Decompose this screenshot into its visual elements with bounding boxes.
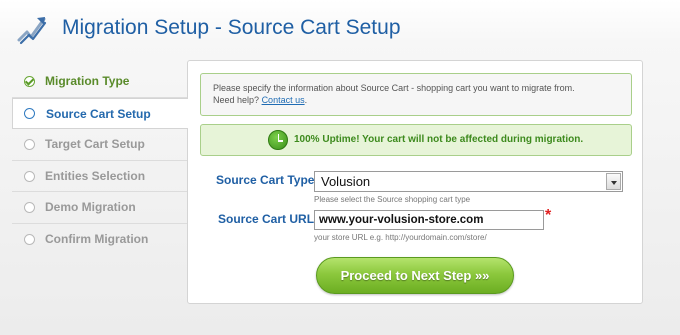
clock-icon [268, 130, 288, 150]
cart-url-label: Source Cart URL: [218, 212, 319, 226]
uptime-banner: 100% Uptime! Your cart will not be affec… [200, 124, 632, 156]
info-box: Please specify the information about Sou… [200, 73, 632, 116]
radio-circle-icon [24, 170, 35, 182]
step-label: Source Cart Setup [46, 106, 151, 121]
logo-icon [17, 17, 47, 45]
cart-type-select[interactable]: Volusion [314, 171, 623, 192]
cart-url-hint: your store URL e.g. http://yourdomain.co… [314, 233, 487, 242]
steps-sidebar: Migration Type Source Cart Setup Target … [12, 66, 188, 256]
header: Migration Setup - Source Cart Setup [0, 0, 680, 58]
step-demo-migration: Demo Migration [12, 192, 187, 224]
step-label: Migration Type [45, 74, 130, 88]
radio-circle-icon [24, 107, 35, 119]
cart-type-label: Source Cart Type: [216, 173, 319, 187]
step-confirm-migration: Confirm Migration [12, 224, 187, 256]
required-asterisk: * [545, 207, 552, 224]
step-label: Demo Migration [45, 200, 136, 214]
radio-circle-icon [24, 202, 35, 213]
radio-circle-icon [24, 233, 35, 245]
step-label: Entities Selection [45, 168, 146, 183]
step-label: Confirm Migration [45, 231, 149, 246]
cart-url-input[interactable] [314, 210, 544, 230]
uptime-text: 100% Uptime! Your cart will not be affec… [294, 134, 584, 145]
step-source-cart-setup[interactable]: Source Cart Setup [12, 97, 188, 129]
main-panel: Please specify the information about Sou… [187, 60, 643, 304]
step-target-cart-setup: Target Cart Setup [12, 129, 187, 161]
help-prefix: Need help? [213, 95, 260, 105]
cart-type-hint: Please select the Source shopping cart t… [314, 195, 471, 204]
contact-us-link[interactable]: Contact us [262, 95, 305, 105]
chevron-down-icon[interactable] [606, 173, 621, 190]
help-suffix: . [304, 95, 308, 105]
step-migration-type[interactable]: Migration Type [12, 66, 187, 98]
radio-circle-icon [24, 139, 35, 150]
step-entities-selection: Entities Selection [12, 161, 187, 192]
page-title: Migration Setup - Source Cart Setup [62, 16, 401, 39]
info-text: Please specify the information about Sou… [213, 83, 575, 93]
cart-type-value: Volusion [321, 174, 371, 189]
step-label: Target Cart Setup [45, 137, 145, 151]
proceed-next-step-button[interactable]: Proceed to Next Step »» [316, 257, 514, 294]
check-circle-icon [24, 76, 35, 87]
